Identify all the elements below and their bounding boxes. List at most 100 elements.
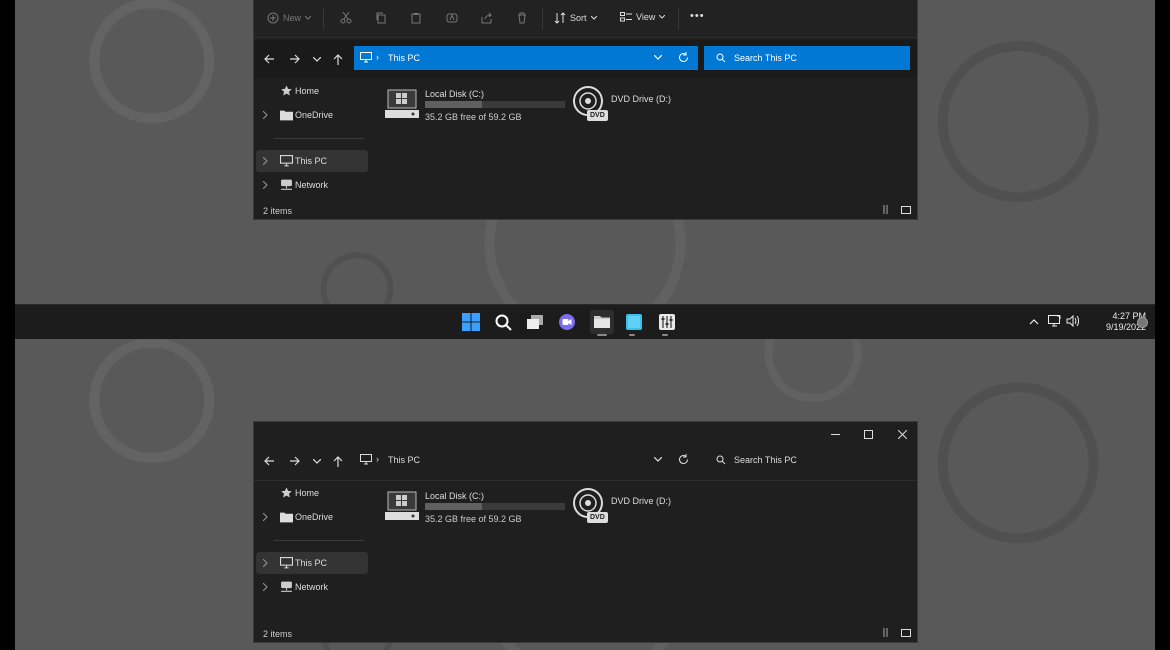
see-more-button[interactable]: ••• bbox=[690, 10, 705, 22]
chevron-right-icon[interactable] bbox=[263, 181, 268, 189]
drive-local-disk[interactable]: Local Disk (C:) 35.2 GB free of 59.2 GB bbox=[384, 488, 574, 528]
back-button[interactable] bbox=[262, 52, 276, 66]
paste-button[interactable] bbox=[410, 12, 422, 24]
system-tray bbox=[1029, 305, 1079, 339]
drive-usage-fill bbox=[425, 101, 482, 108]
drive-name: DVD Drive (D:) bbox=[611, 496, 671, 506]
forward-button[interactable] bbox=[287, 454, 301, 468]
plus-circle-icon bbox=[267, 12, 279, 24]
taskbar: 4:27 PM 9/19/2022 bbox=[15, 304, 1155, 339]
chevron-down-icon bbox=[590, 16, 597, 20]
details-view-icon[interactable] bbox=[883, 205, 891, 214]
pc-icon bbox=[280, 557, 293, 569]
view-button[interactable]: View bbox=[620, 12, 666, 22]
store-icon[interactable] bbox=[624, 312, 644, 332]
new-button-label: New bbox=[283, 13, 302, 23]
chevron-up-icon[interactable] bbox=[1029, 318, 1039, 325]
pc-icon bbox=[360, 52, 372, 63]
search-box[interactable]: Search This PC bbox=[704, 46, 910, 70]
sidebar-item-this-pc[interactable]: This PC bbox=[256, 552, 368, 574]
forward-button[interactable] bbox=[287, 52, 301, 66]
drive-dvd[interactable]: DVD DVD Drive (D:) bbox=[570, 86, 690, 126]
chevron-down-icon bbox=[659, 15, 666, 19]
delete-button[interactable] bbox=[516, 12, 528, 24]
scissors-icon bbox=[340, 12, 352, 24]
share-icon bbox=[481, 12, 492, 24]
drive-local-disk[interactable]: Local Disk (C:) 35.2 GB free of 59.2 GB bbox=[384, 86, 574, 126]
hard-disk-icon bbox=[385, 491, 419, 520]
chevron-down-icon[interactable] bbox=[654, 457, 662, 462]
chevron-down-icon bbox=[305, 16, 312, 20]
minimize-button[interactable] bbox=[828, 427, 842, 441]
windows-start-icon[interactable] bbox=[461, 312, 481, 332]
command-bar: New Sort View ••• bbox=[254, 0, 917, 38]
chevron-right-icon[interactable] bbox=[263, 583, 268, 591]
address-location[interactable]: This PC bbox=[388, 455, 420, 465]
chevron-right-icon[interactable] bbox=[263, 513, 268, 521]
search-icon[interactable] bbox=[493, 312, 513, 332]
tiles-view-icon[interactable] bbox=[901, 205, 911, 214]
navigation-row: › This PC Search This PC bbox=[254, 442, 917, 481]
sidebar-item-onedrive[interactable]: OneDrive bbox=[256, 506, 368, 528]
chevron-right-icon[interactable] bbox=[263, 157, 268, 165]
sidebar-item-label: OneDrive bbox=[295, 512, 334, 522]
notification-icon[interactable] bbox=[1137, 317, 1148, 328]
back-button[interactable] bbox=[262, 454, 276, 468]
chat-icon[interactable] bbox=[557, 312, 577, 332]
recent-locations-button[interactable] bbox=[310, 52, 324, 66]
sidebar-item-home[interactable]: Home bbox=[256, 80, 368, 102]
volume-icon[interactable] bbox=[1066, 315, 1079, 327]
sidebar-item-home[interactable]: Home bbox=[256, 482, 368, 504]
separator bbox=[323, 9, 324, 29]
task-view-icon[interactable] bbox=[525, 312, 545, 332]
hard-disk-icon bbox=[385, 89, 419, 118]
navigation-row: › This PC Search This PC bbox=[254, 40, 917, 78]
drive-free-space: 35.2 GB free of 59.2 GB bbox=[425, 112, 522, 122]
rename-button[interactable] bbox=[446, 12, 458, 24]
search-placeholder: Search This PC bbox=[734, 455, 797, 465]
arrow-left-icon bbox=[263, 54, 274, 64]
folder-icon bbox=[280, 512, 293, 523]
sort-button[interactable]: Sort bbox=[554, 12, 597, 24]
address-bar[interactable]: › This PC bbox=[354, 46, 698, 70]
up-button[interactable] bbox=[331, 454, 345, 468]
sidebar-item-network[interactable]: Network bbox=[256, 174, 368, 196]
refresh-icon[interactable] bbox=[678, 52, 689, 63]
tiles-view-icon[interactable] bbox=[901, 628, 911, 637]
arrow-up-icon bbox=[333, 455, 343, 467]
copy-button[interactable] bbox=[375, 12, 387, 24]
up-button[interactable] bbox=[331, 52, 345, 66]
file-explorer-icon[interactable] bbox=[590, 310, 614, 334]
separator bbox=[542, 9, 543, 29]
copy-icon bbox=[376, 12, 386, 24]
network-status-icon[interactable] bbox=[1048, 315, 1061, 327]
sidebar-item-onedrive[interactable]: OneDrive bbox=[256, 104, 368, 126]
drive-dvd[interactable]: DVD DVD Drive (D:) bbox=[570, 488, 690, 528]
maximize-button[interactable] bbox=[861, 427, 875, 441]
sort-button-label: Sort bbox=[570, 13, 587, 23]
file-explorer-window-top[interactable]: New Sort View ••• › This PC Search This … bbox=[253, 0, 918, 220]
address-location[interactable]: This PC bbox=[388, 53, 420, 63]
recent-locations-button[interactable] bbox=[310, 454, 324, 468]
chevron-right-icon[interactable] bbox=[263, 559, 268, 567]
new-button[interactable]: New bbox=[267, 12, 312, 24]
close-button[interactable] bbox=[895, 427, 909, 441]
minimize-icon bbox=[830, 433, 840, 435]
share-button[interactable] bbox=[481, 12, 493, 24]
address-bar[interactable]: › This PC bbox=[354, 448, 698, 472]
chevron-right-icon[interactable] bbox=[263, 111, 268, 119]
refresh-icon[interactable] bbox=[678, 454, 689, 465]
sidebar-item-this-pc[interactable]: This PC bbox=[256, 150, 368, 172]
search-box[interactable]: Search This PC bbox=[704, 448, 910, 472]
sidebar-item-network[interactable]: Network bbox=[256, 576, 368, 598]
chevron-down-icon bbox=[313, 56, 321, 62]
file-explorer-window-bottom[interactable]: › This PC Search This PC Home OneDrive T… bbox=[253, 421, 918, 643]
cut-button[interactable] bbox=[340, 12, 352, 24]
details-view-icon[interactable] bbox=[883, 628, 891, 637]
chevron-down-icon[interactable] bbox=[654, 55, 662, 60]
close-icon bbox=[897, 429, 907, 439]
sidebar-item-label: Home bbox=[295, 488, 320, 498]
settings-sliders-icon[interactable] bbox=[657, 312, 677, 332]
sidebar-item-label: Network bbox=[295, 180, 329, 190]
drive-usage-bar bbox=[425, 503, 565, 510]
